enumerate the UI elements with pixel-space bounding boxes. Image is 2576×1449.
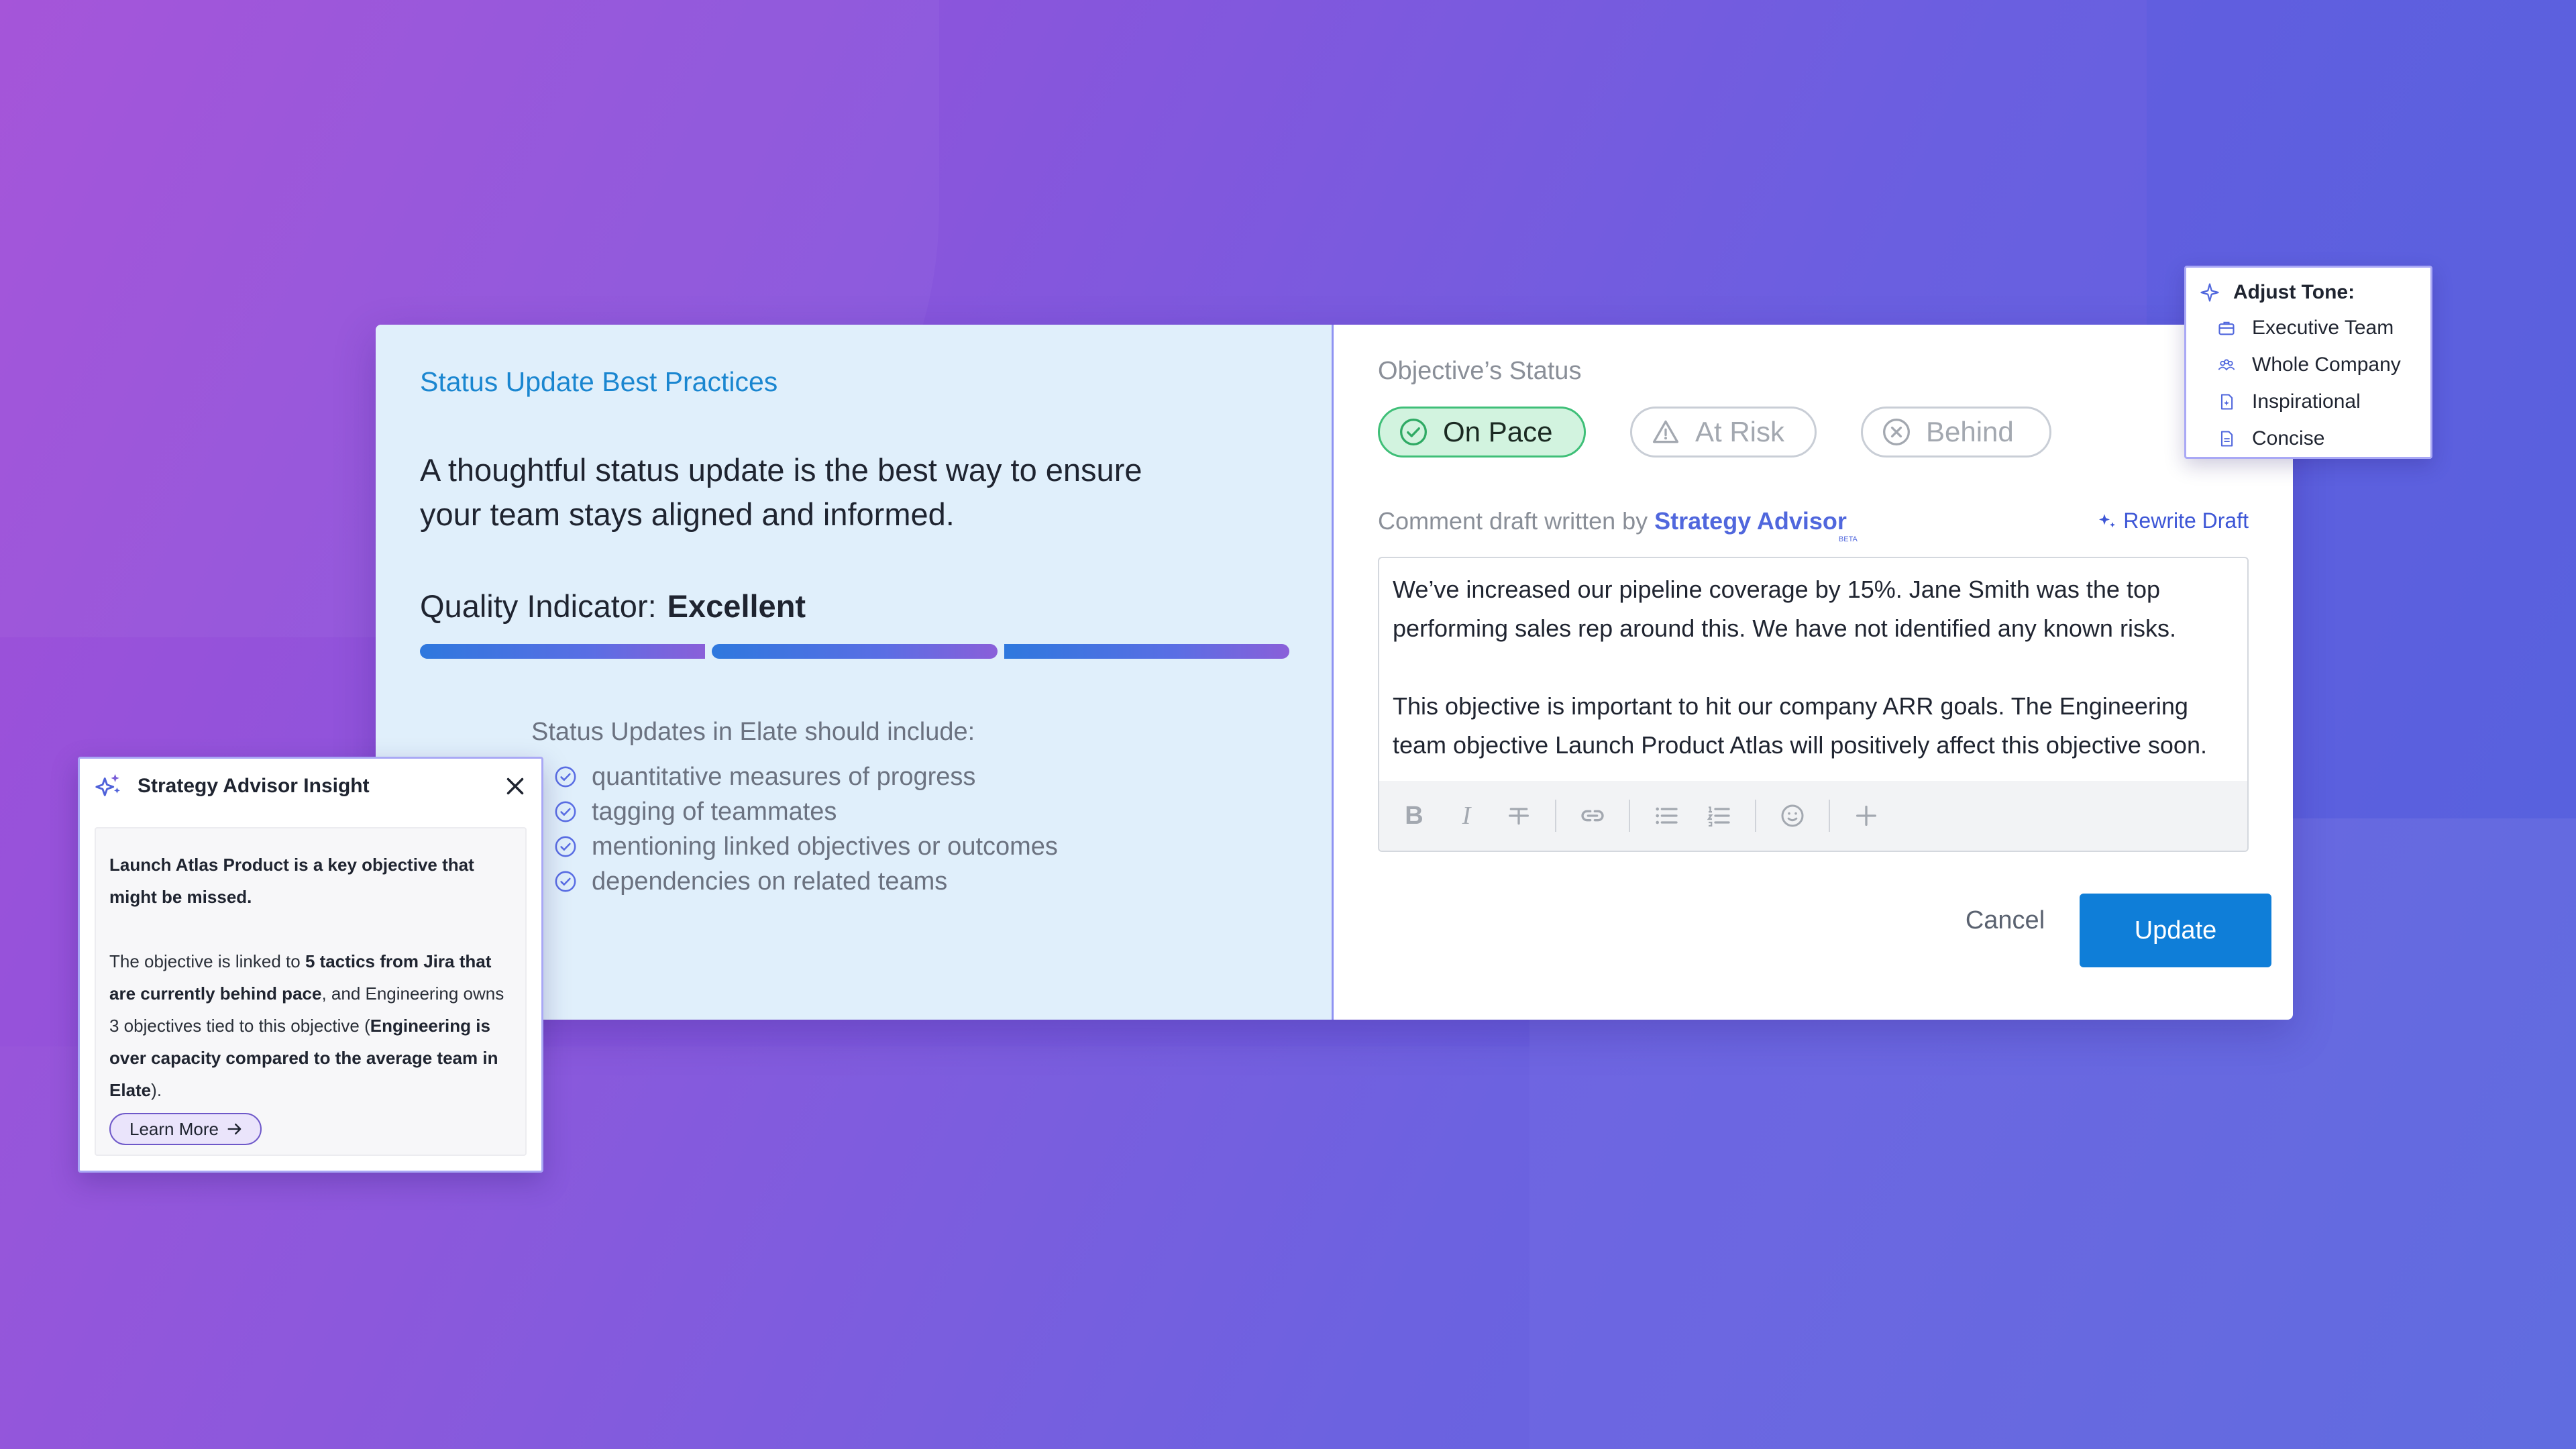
list-item: quantitative measures of progress bbox=[554, 759, 1058, 794]
list-item: dependencies on related teams bbox=[554, 864, 1058, 899]
learn-more-label: Learn More bbox=[129, 1119, 219, 1139]
tone-option-label: Whole Company bbox=[2252, 353, 2401, 376]
status-option-label: At Risk bbox=[1695, 416, 1785, 447]
status-options: On Pace At Risk Behind bbox=[1378, 407, 2051, 458]
bold-icon[interactable]: B bbox=[1398, 800, 1430, 832]
strategy-advisor-brand: Strategy Advisor bbox=[1654, 507, 1847, 535]
rewrite-draft-button[interactable]: Rewrite Draft bbox=[2096, 508, 2249, 533]
list-item-label: tagging of teammates bbox=[592, 797, 837, 826]
include-title: Status Updates in Elate should include: bbox=[531, 718, 975, 746]
sparkle-icon bbox=[2200, 283, 2219, 302]
insight-headline: Launch Atlas Product is a key objective … bbox=[109, 855, 474, 907]
toolbar-divider bbox=[1829, 800, 1830, 832]
include-list: quantitative measures of progress taggin… bbox=[554, 759, 1058, 899]
editor-toolbar: B I bbox=[1379, 781, 2247, 851]
plus-icon[interactable] bbox=[1850, 800, 1882, 832]
status-option-label: On Pace bbox=[1443, 416, 1553, 447]
adjust-tone-header: Adjust Tone: bbox=[2200, 276, 2430, 309]
best-practices-title: Status Update Best Practices bbox=[420, 366, 778, 397]
tone-option-executive-team[interactable]: Executive Team bbox=[2200, 309, 2430, 346]
list-item: tagging of teammates bbox=[554, 794, 1058, 829]
list-item: mentioning linked objectives or outcomes bbox=[554, 829, 1058, 864]
check-circle-icon bbox=[555, 801, 576, 822]
beta-badge: BETA bbox=[1838, 535, 1858, 543]
tone-option-concise[interactable]: Concise bbox=[2200, 420, 2430, 457]
quality-bar bbox=[420, 644, 1289, 659]
tone-option-whole-company[interactable]: Whole Company bbox=[2200, 346, 2430, 383]
status-option-label: Behind bbox=[1926, 416, 2014, 447]
bullet-list-icon[interactable] bbox=[1650, 800, 1682, 832]
comment-editor[interactable]: We’ve increased our pipeline coverage by… bbox=[1378, 557, 2249, 852]
status-behind-button[interactable]: Behind bbox=[1861, 407, 2051, 458]
objective-status-label: Objective’s Status bbox=[1378, 357, 1582, 385]
insight-body: Launch Atlas Product is a key objective … bbox=[95, 827, 527, 1156]
check-circle-icon bbox=[555, 871, 576, 892]
insight-header: Strategy Advisor Insight bbox=[93, 769, 370, 803]
numbered-list-icon[interactable] bbox=[1703, 800, 1735, 832]
toolbar-divider bbox=[1755, 800, 1756, 832]
quality-value: Excellent bbox=[667, 588, 806, 624]
tone-option-inspirational[interactable]: Inspirational bbox=[2200, 383, 2430, 420]
close-icon[interactable] bbox=[501, 772, 529, 800]
cancel-button[interactable]: Cancel bbox=[1948, 894, 2062, 947]
strategy-advisor-insight-card: Strategy Advisor Insight Launch Atlas Pr… bbox=[78, 757, 543, 1173]
list-item-label: mentioning linked objectives or outcomes bbox=[592, 832, 1058, 861]
quality-bar-segment bbox=[420, 644, 706, 659]
comment-paragraph: This objective is important to hit our c… bbox=[1393, 692, 2207, 759]
insight-text: ). bbox=[151, 1080, 162, 1100]
adjust-tone-title: Adjust Tone: bbox=[2233, 281, 2355, 303]
check-circle-icon bbox=[1400, 419, 1427, 445]
warning-triangle-icon bbox=[1652, 420, 1679, 443]
people-icon bbox=[2218, 358, 2235, 370]
draft-label: Comment draft written by Strategy Adviso… bbox=[1378, 507, 1858, 543]
tone-option-label: Concise bbox=[2252, 427, 2325, 449]
update-button[interactable]: Update bbox=[2080, 894, 2271, 967]
quality-bar-segment bbox=[1004, 644, 1289, 659]
list-item-label: dependencies on related teams bbox=[592, 867, 948, 896]
quality-label: Quality Indicator: bbox=[420, 588, 657, 624]
quality-indicator: Quality Indicator: Excellent bbox=[420, 588, 806, 625]
toolbar-divider bbox=[1629, 800, 1630, 832]
emoji-icon[interactable] bbox=[1776, 800, 1809, 832]
best-practices-description: A thoughtful status update is the best w… bbox=[420, 452, 1142, 532]
sparkle-icon bbox=[95, 773, 120, 796]
sparkle-doc-icon bbox=[2220, 393, 2233, 410]
insight-detail: The objective is linked to 5 tactics fro… bbox=[109, 945, 509, 1106]
status-update-card: Status Update Best Practices A thoughtfu… bbox=[376, 325, 2293, 1020]
arrow-right-icon bbox=[227, 1123, 241, 1135]
status-form-panel: Objective’s Status On Pace At Risk Behin… bbox=[1334, 325, 2293, 1020]
status-on-pace-button[interactable]: On Pace bbox=[1378, 407, 1586, 458]
sparkle-icon bbox=[2099, 513, 2116, 527]
toolbar-divider bbox=[1555, 800, 1556, 832]
insight-text: The objective is linked to bbox=[109, 951, 305, 971]
learn-more-button[interactable]: Learn More bbox=[109, 1113, 262, 1145]
comment-text[interactable]: We’ve increased our pipeline coverage by… bbox=[1379, 558, 2247, 782]
link-icon[interactable] bbox=[1576, 800, 1609, 832]
strikethrough-icon[interactable] bbox=[1503, 800, 1535, 832]
rewrite-draft-label: Rewrite Draft bbox=[2123, 508, 2249, 533]
check-circle-icon bbox=[555, 766, 576, 788]
status-at-risk-button[interactable]: At Risk bbox=[1630, 407, 1817, 458]
check-circle-icon bbox=[555, 836, 576, 857]
italic-icon[interactable]: I bbox=[1450, 800, 1483, 832]
briefcase-icon bbox=[2218, 321, 2235, 335]
comment-paragraph: We’ve increased our pipeline coverage by… bbox=[1393, 576, 2176, 642]
tone-option-label: Inspirational bbox=[2252, 390, 2361, 413]
draft-label-prefix: Comment draft written by bbox=[1378, 507, 1648, 535]
adjust-tone-menu: Adjust Tone: Executive Team Whole Compan… bbox=[2184, 266, 2432, 459]
document-icon bbox=[2220, 430, 2233, 447]
insight-title: Strategy Advisor Insight bbox=[138, 775, 370, 797]
list-item-label: quantitative measures of progress bbox=[592, 762, 976, 791]
x-circle-icon bbox=[1883, 419, 1910, 445]
quality-bar-segment bbox=[712, 644, 998, 659]
tone-option-label: Executive Team bbox=[2252, 316, 2394, 339]
